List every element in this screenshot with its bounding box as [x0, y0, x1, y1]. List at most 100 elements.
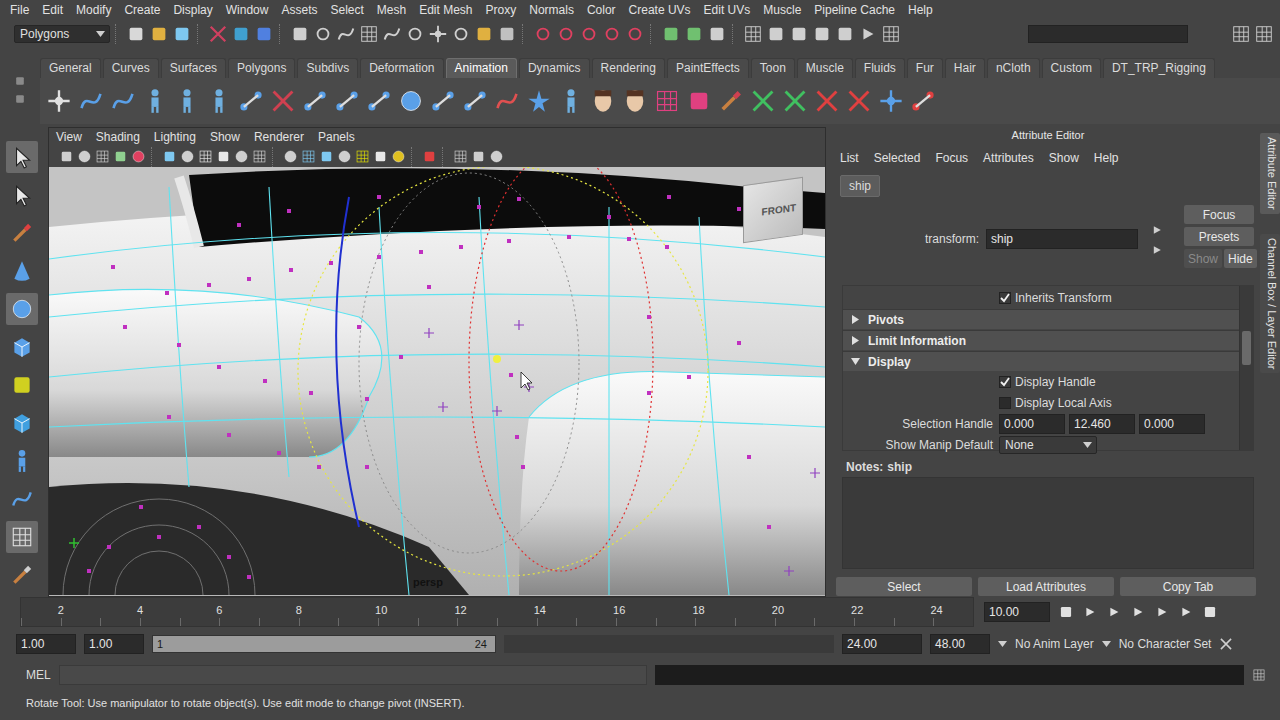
checkbox-row[interactable]: Inherits Transform	[843, 288, 1239, 308]
menu-item[interactable]: Color	[587, 3, 616, 17]
panel-tool-icon[interactable]	[373, 149, 388, 164]
status-tool-icon[interactable]	[556, 24, 576, 44]
status-tool-icon[interactable]	[707, 24, 727, 44]
tool-button[interactable]	[6, 369, 38, 401]
key-icon[interactable]	[1219, 637, 1233, 651]
editor-button[interactable]: Focus	[1184, 205, 1254, 224]
status-tool-icon[interactable]	[428, 24, 448, 44]
tool-button[interactable]	[6, 445, 38, 477]
shelf-tab[interactable]: Dynamics	[519, 58, 590, 78]
shelf-tool-icon[interactable]	[878, 88, 904, 114]
shelf-tool-icon[interactable]	[206, 88, 232, 114]
playback-icon[interactable]	[1106, 604, 1122, 620]
section-header[interactable]: Display	[843, 351, 1239, 371]
shelf-tool-icon[interactable]	[430, 88, 456, 114]
panel-tool-icon[interactable]	[319, 149, 334, 164]
tool-icon[interactable]	[10, 335, 34, 359]
tool-icon[interactable]	[10, 487, 34, 511]
status-tool-icon[interactable]	[172, 24, 192, 44]
menu-item[interactable]: File	[10, 3, 29, 17]
shelf-tool-icon[interactable]	[110, 88, 136, 114]
panel-tool-icon[interactable]	[471, 149, 486, 164]
status-tool-icon[interactable]	[149, 24, 169, 44]
side-tab[interactable]: Attribute Editor	[1260, 133, 1280, 214]
command-input[interactable]	[59, 665, 648, 685]
scene-view[interactable]: FRONTpersp	[49, 167, 825, 596]
status-tool-icon[interactable]	[313, 24, 333, 44]
shelf-tab[interactable]: Animation	[446, 58, 517, 78]
status-tool-icon[interactable]	[858, 24, 878, 44]
status-tool-icon[interactable]	[451, 24, 471, 44]
panel-tool-icon[interactable]	[113, 149, 128, 164]
menu-item[interactable]: Help	[908, 3, 933, 17]
status-tool-icon[interactable]	[231, 24, 251, 44]
scroll-thumb[interactable]	[1242, 331, 1251, 365]
status-tool-icon[interactable]	[254, 24, 274, 44]
shelf-tab[interactable]: Muscle	[797, 58, 853, 78]
menu-item[interactable]: Pipeline Cache	[814, 3, 895, 17]
expand-triangle-icon[interactable]	[851, 336, 860, 345]
ship-model[interactable]	[49, 167, 825, 595]
panel-tool-icon[interactable]	[234, 149, 249, 164]
shelf-tool-icon[interactable]	[718, 88, 744, 114]
tool-button[interactable]	[6, 179, 38, 211]
menu-item[interactable]: Edit	[42, 3, 63, 17]
panel-tool-icon[interactable]	[301, 149, 316, 164]
scrollbar[interactable]	[1239, 286, 1253, 450]
status-tool-icon[interactable]	[766, 24, 786, 44]
editor-menu-item[interactable]: List	[840, 151, 859, 165]
panel-tool-icon[interactable]	[131, 149, 146, 164]
go-output-icon[interactable]	[1150, 243, 1164, 257]
menu-item[interactable]: Edit UVs	[704, 3, 751, 17]
shelf-tab[interactable]: Polygons	[228, 58, 295, 78]
notes-field[interactable]	[842, 477, 1254, 569]
shelf-tool-icon[interactable]	[526, 88, 552, 114]
menu-item[interactable]: Window	[226, 3, 269, 17]
shelf-tool-icon[interactable]	[78, 88, 104, 114]
menu-item[interactable]: Normals	[529, 3, 574, 17]
menu-item[interactable]: Edit Mesh	[419, 3, 472, 17]
panel-tool-icon[interactable]	[391, 149, 406, 164]
tool-button[interactable]	[6, 255, 38, 287]
playback-icon[interactable]	[1082, 604, 1098, 620]
playback-start-field[interactable]: 1.00	[84, 634, 144, 654]
shelf-tab[interactable]: Deformation	[360, 58, 443, 78]
menu-item[interactable]: Modify	[76, 3, 111, 17]
shelf-tool-icon[interactable]	[750, 88, 776, 114]
tool-icon[interactable]	[10, 259, 34, 283]
dropdown[interactable]: None	[999, 436, 1097, 454]
panel-menu-item[interactable]: Renderer	[254, 130, 304, 144]
shelf-tool-icon[interactable]	[174, 88, 200, 114]
menu-set-dropdown[interactable]: Polygons	[14, 25, 110, 43]
expand-triangle-icon[interactable]	[851, 315, 860, 324]
panel-tool-icon[interactable]	[216, 149, 231, 164]
editor-menu-item[interactable]: Selected	[874, 151, 921, 165]
panel-menu-item[interactable]: Panels	[318, 130, 355, 144]
tool-button[interactable]	[6, 559, 38, 591]
editor-bottom-button[interactable]: Load Attributes	[978, 577, 1114, 596]
shelf-tool-icon[interactable]	[366, 88, 392, 114]
status-tool-icon[interactable]	[812, 24, 832, 44]
number-field[interactable]: 0.000	[999, 414, 1065, 434]
playback-icon[interactable]	[1178, 604, 1194, 620]
panel-tool-icon[interactable]	[252, 149, 267, 164]
command-language[interactable]: MEL	[26, 668, 51, 682]
menu-item[interactable]: Mesh	[377, 3, 406, 17]
status-tool-icon[interactable]	[602, 24, 622, 44]
shelf-tab[interactable]: Hair	[945, 58, 985, 78]
editor-bottom-button[interactable]: Copy Tab	[1120, 577, 1256, 596]
panel-tool-icon[interactable]	[337, 149, 352, 164]
playback-icon[interactable]	[1058, 604, 1074, 620]
status-tool-icon[interactable]	[881, 24, 901, 44]
shelf-tool-icon[interactable]	[846, 88, 872, 114]
editor-bottom-button[interactable]: Select	[836, 577, 972, 596]
tool-icon[interactable]	[10, 563, 34, 587]
status-tool-icon[interactable]	[474, 24, 494, 44]
tool-icon[interactable]	[10, 183, 34, 207]
shelf-tool-icon[interactable]	[654, 88, 680, 114]
search-field[interactable]	[1028, 25, 1188, 43]
status-tool-icon[interactable]	[359, 24, 379, 44]
character-set[interactable]: No Character Set	[1119, 637, 1212, 651]
tool-button[interactable]	[6, 141, 38, 173]
checkbox[interactable]	[999, 376, 1011, 388]
